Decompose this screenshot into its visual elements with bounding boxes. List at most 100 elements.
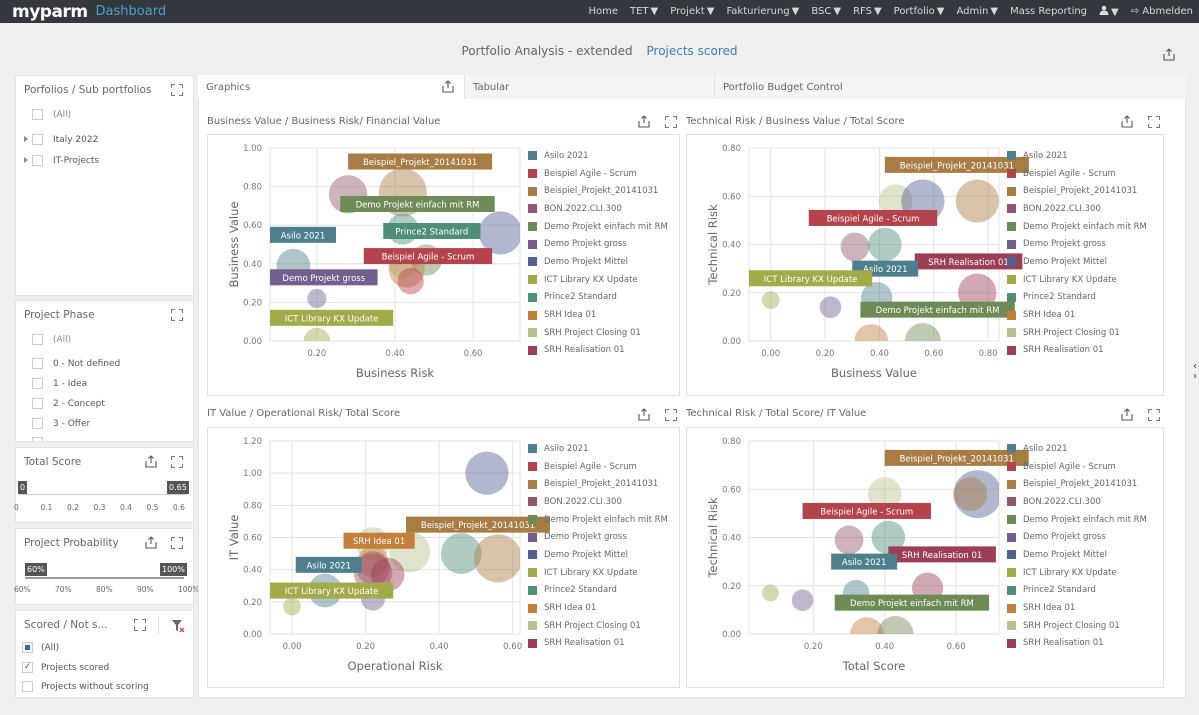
checkbox[interactable] (32, 155, 43, 166)
export-icon[interactable] (145, 536, 157, 549)
checkbox-indeterminate[interactable] (22, 642, 33, 653)
checkbox[interactable] (32, 334, 43, 345)
legend-item[interactable]: Asilo 2021 (528, 440, 668, 458)
logo[interactable]: myparm (12, 2, 88, 22)
bubble-point[interactable] (953, 477, 988, 511)
nav-item-bsc[interactable]: BSC ▼ (811, 6, 841, 17)
legend-item[interactable]: SRH Realisation 01 (528, 342, 668, 360)
scored-option[interactable]: Projects without scoring (22, 681, 149, 692)
bubble-point[interactable] (819, 296, 842, 319)
bubble-point[interactable] (791, 589, 814, 612)
legend-item[interactable]: Prince2 Standard (528, 289, 668, 307)
legend-item[interactable]: SRH Idea 01 (528, 306, 668, 324)
expand-icon[interactable] (171, 537, 183, 549)
checkbox[interactable] (32, 418, 43, 429)
expand-icon[interactable] (134, 619, 146, 631)
export-icon[interactable] (1163, 48, 1175, 61)
side-panel-toggle[interactable]: ‹ › (1193, 362, 1197, 382)
legend-item[interactable]: Demo Projekt einfach mit RM (1007, 511, 1147, 529)
legend-item[interactable]: ICT Library KX Update (528, 271, 668, 289)
legend-item[interactable]: Beispiel_Projekt_20141031 (528, 475, 668, 493)
phase-option[interactable]: 3 - Offer (32, 418, 90, 429)
phase-option[interactable]: 1 - Idea (32, 378, 87, 389)
nav-item-portfolio[interactable]: Portfolio ▼ (894, 6, 945, 17)
checkbox[interactable] (32, 437, 43, 441)
legend-item[interactable]: SRH Project Closing 01 (528, 617, 668, 635)
legend-item[interactable]: Demo Projekt gross (1007, 528, 1147, 546)
expand-icon[interactable] (171, 456, 183, 468)
checkbox[interactable] (32, 378, 43, 389)
legend-item[interactable]: Beispiel_Projekt_20141031 (1007, 475, 1147, 493)
legend-item[interactable]: Demo Projekt einfach mit RM (1007, 218, 1147, 236)
legend-item[interactable]: SRH Idea 01 (1007, 599, 1147, 617)
legend-item[interactable]: ICT Library KX Update (1007, 271, 1147, 289)
nav-item-rfs[interactable]: RFS ▼ (853, 6, 882, 17)
legend-item[interactable]: SRH Realisation 01 (1007, 635, 1147, 653)
legend-item[interactable]: Demo Projekt gross (528, 235, 668, 253)
export-icon[interactable] (1121, 115, 1133, 128)
legend-item[interactable]: Demo Projekt einfach mit RM (528, 511, 668, 529)
legend-item[interactable]: Demo Projekt Mittel (528, 546, 668, 564)
legend-item[interactable]: SRH Project Closing 01 (1007, 617, 1147, 635)
expand-arrow-icon[interactable] (24, 136, 28, 142)
portfolio-option-all[interactable]: (All) (32, 109, 71, 120)
legend-item[interactable]: SRH Realisation 01 (528, 635, 668, 653)
bubble-point[interactable] (868, 227, 902, 262)
expand-icon[interactable] (171, 309, 183, 321)
tab-tabular[interactable]: Tabular (465, 75, 715, 99)
portfolio-option[interactable]: IT-Projects (24, 155, 99, 166)
logout-link[interactable]: ⇨ Abmelden (1131, 6, 1193, 17)
bubble-point[interactable] (397, 267, 424, 295)
bubble-point[interactable] (955, 179, 999, 223)
export-icon[interactable] (1121, 408, 1133, 421)
slider-min-handle[interactable]: 60% (25, 563, 47, 576)
legend-item[interactable]: Demo Projekt Mittel (1007, 253, 1147, 271)
app-title[interactable]: Dashboard (96, 4, 167, 19)
legend-item[interactable]: Demo Projekt Mittel (528, 253, 668, 271)
nav-item-home[interactable]: Home (588, 6, 618, 17)
legend-item[interactable]: SRH Project Closing 01 (1007, 324, 1147, 342)
bubble-point[interactable] (283, 597, 301, 616)
bubble-point[interactable] (834, 525, 864, 555)
phase-option-all[interactable]: (All) (32, 334, 71, 345)
slider-max-handle[interactable]: 100% (160, 563, 187, 576)
scored-option[interactable]: ✓ Projects scored (22, 662, 109, 673)
legend-item[interactable]: Prince2 Standard (528, 582, 668, 600)
legend-item[interactable]: Beispiel Agile - Scrum (1007, 165, 1147, 183)
range-slider-track[interactable] (25, 577, 184, 579)
bubble-point[interactable] (473, 534, 522, 583)
nav-item-admin[interactable]: Admin ▼ (956, 6, 998, 17)
bubble-point[interactable] (307, 288, 327, 309)
legend-item[interactable]: Demo Projekt Mittel (1007, 546, 1147, 564)
portfolio-option[interactable]: Italy 2022 (24, 134, 98, 145)
export-icon[interactable] (638, 408, 650, 421)
legend-item[interactable]: Demo Projekt einfach mit RM (528, 218, 668, 236)
legend-item[interactable]: ICT Library KX Update (1007, 564, 1147, 582)
export-icon[interactable] (442, 80, 454, 93)
phase-option[interactable]: 2 - Concept (32, 398, 105, 409)
bubble-point[interactable] (465, 451, 509, 495)
legend-item[interactable]: Demo Projekt gross (1007, 235, 1147, 253)
legend-item[interactable]: SRH Idea 01 (528, 599, 668, 617)
phase-option[interactable]: 0 - Not defined (32, 358, 120, 369)
export-icon[interactable] (638, 115, 650, 128)
clear-filter-icon[interactable] (171, 618, 185, 633)
checkbox[interactable] (32, 134, 43, 145)
legend-item[interactable]: Beispiel_Projekt_20141031 (528, 182, 668, 200)
nav-item-fakturierung[interactable]: Fakturierung ▼ (726, 6, 799, 17)
scored-option-all[interactable]: (All) (22, 642, 59, 653)
legend-item[interactable]: Asilo 2021 (528, 147, 668, 165)
legend-item[interactable]: Prince2 Standard (1007, 582, 1147, 600)
legend-item[interactable]: Demo Projekt gross (528, 528, 668, 546)
range-slider-track[interactable] (20, 494, 187, 495)
legend-item[interactable]: SRH Idea 01 (1007, 306, 1147, 324)
expand-icon[interactable] (171, 84, 183, 96)
legend-item[interactable]: Beispiel_Projekt_20141031 (1007, 182, 1147, 200)
legend-item[interactable]: Beispiel Agile - Scrum (1007, 458, 1147, 476)
bubble-point[interactable] (478, 211, 522, 255)
expand-arrow-icon[interactable] (24, 157, 28, 163)
legend-item[interactable]: Asilo 2021 (1007, 147, 1147, 165)
nav-item-mass-reporting[interactable]: Mass Reporting (1010, 6, 1087, 17)
legend-item[interactable]: BON.2022.CLI.300 (528, 493, 668, 511)
checkbox[interactable] (32, 109, 43, 120)
